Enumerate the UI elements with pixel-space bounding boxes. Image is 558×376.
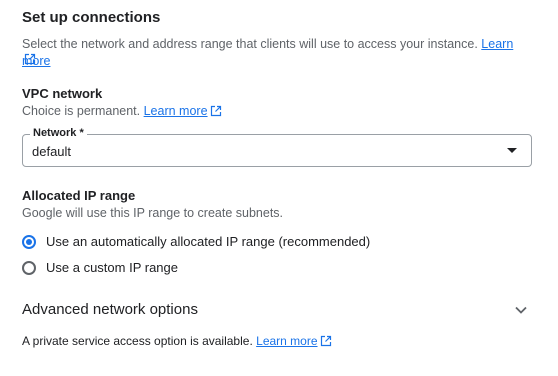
dropdown-arrow-icon[interactable] (507, 148, 517, 153)
external-link-icon[interactable] (320, 335, 332, 347)
external-link-icon[interactable] (210, 105, 222, 117)
vpc-network-note: Choice is permanent. Learn more (22, 104, 222, 118)
section-description: Select the network and address range tha… (22, 36, 542, 70)
ip-range-heading: Allocated IP range (22, 188, 136, 203)
network-field-label: Network * (30, 127, 87, 139)
advanced-network-options-label: Advanced network options (22, 301, 198, 318)
learn-more-link-footer[interactable]: Learn more (256, 334, 317, 348)
network-field-value: default (32, 144, 72, 159)
radio-label-custom: Use a custom IP range (46, 260, 178, 275)
section-title: Set up connections (22, 9, 161, 26)
radio-option-auto[interactable]: Use an automatically allocated IP range … (22, 234, 370, 249)
footer-text: A private service access option is avail… (22, 334, 253, 348)
vpc-note-text: Choice is permanent. (22, 104, 141, 118)
radio-button-unselected[interactable] (22, 260, 36, 275)
ip-range-note: Google will use this IP range to create … (22, 206, 284, 220)
radio-option-custom[interactable]: Use a custom IP range (22, 260, 178, 275)
network-select[interactable]: Network * default (22, 127, 532, 167)
radio-label-auto: Use an automatically allocated IP range … (46, 234, 371, 249)
vpc-network-heading: VPC network (22, 86, 103, 101)
external-link-icon[interactable] (24, 53, 36, 65)
private-service-access-note: A private service access option is avail… (22, 334, 332, 348)
advanced-network-options-toggle[interactable]: Advanced network options (22, 301, 532, 321)
description-text: Select the network and address range tha… (22, 37, 478, 51)
radio-button-selected[interactable] (22, 234, 36, 249)
chevron-down-icon[interactable] (514, 303, 528, 322)
learn-more-link-vpc[interactable]: Learn more (144, 104, 208, 118)
